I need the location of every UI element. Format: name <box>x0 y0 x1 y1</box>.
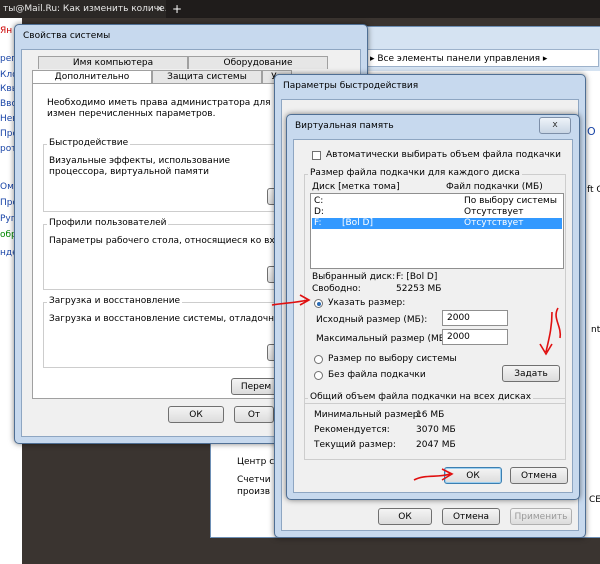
arrow-to-custom-size <box>271 294 311 306</box>
arrow-to-set-button <box>539 307 562 356</box>
arrow-to-ok-button <box>413 468 454 481</box>
annotation-arrows <box>271 294 562 481</box>
